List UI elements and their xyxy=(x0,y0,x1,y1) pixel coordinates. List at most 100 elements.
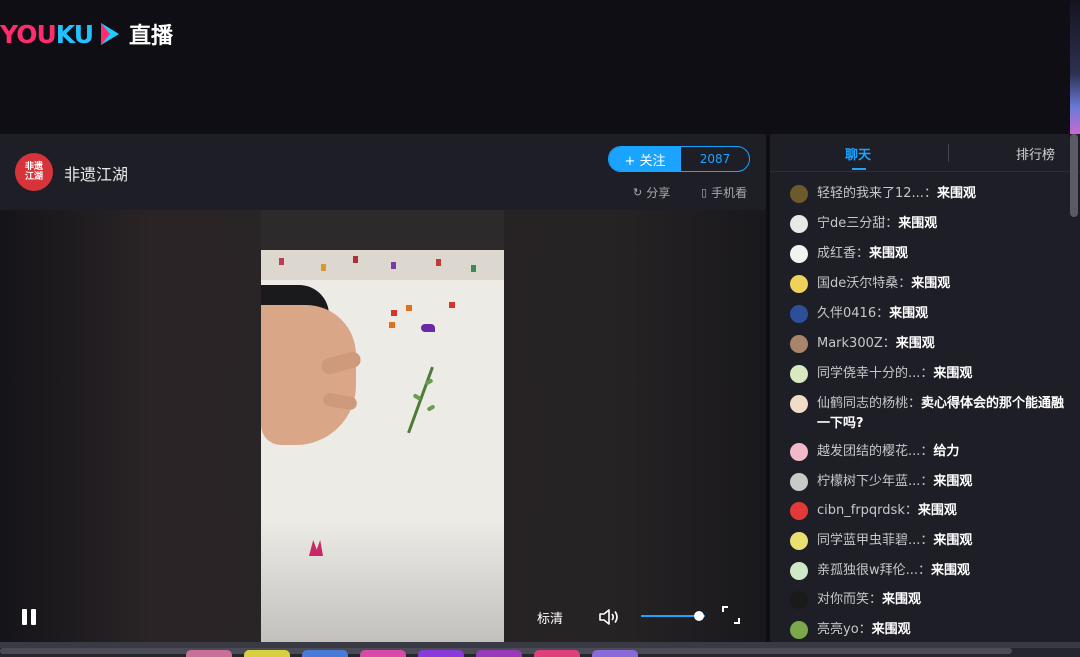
gift-item[interactable] xyxy=(244,650,290,657)
tab-chat-active-indicator xyxy=(852,168,866,170)
chat-user-avatar[interactable] xyxy=(790,365,808,383)
gift-item[interactable] xyxy=(476,650,522,657)
chat-username[interactable]: 越发团结的樱花... xyxy=(817,444,920,459)
chat-separator: ： xyxy=(904,503,918,518)
logo-ku: KU xyxy=(55,19,94,49)
gift-item[interactable] xyxy=(418,650,464,657)
video-scene-hand xyxy=(261,305,356,445)
video-scene-thread-dot xyxy=(449,302,455,308)
gift-bar xyxy=(0,642,1080,657)
chat-separator: ： xyxy=(923,186,937,201)
chat-message-text: 亲孤独很w拜伦...：来围观 xyxy=(817,561,1075,581)
gift-item[interactable] xyxy=(592,650,638,657)
chat-username[interactable]: 宁de三分甜 xyxy=(817,216,885,231)
chat-username[interactable]: 成红香 xyxy=(817,246,856,261)
chat-username[interactable]: 仙鹤同志的杨桃 xyxy=(817,396,908,411)
gift-item[interactable] xyxy=(186,650,232,657)
chat-user-avatar[interactable] xyxy=(790,562,808,580)
chat-content: 来围观 xyxy=(933,474,973,489)
fullscreen-icon[interactable] xyxy=(722,606,740,624)
site-header: YOUKU 直播 xyxy=(0,0,1080,134)
anchor-avatar-text: 非遗 江湖 xyxy=(24,162,43,182)
chat-content: 来围观 xyxy=(898,216,938,231)
logo-you: YOU xyxy=(0,19,57,49)
chat-username[interactable]: cibn_frpqrdsk xyxy=(817,503,905,518)
chat-content: 来围观 xyxy=(933,366,973,381)
chat-username[interactable]: 对你而笑 xyxy=(817,592,869,607)
chat-message-text: cibn_frpqrdsk：来围观 xyxy=(817,501,1075,521)
chat-username[interactable]: 柠檬树下少年蓝... xyxy=(817,474,920,489)
logo-play-icon xyxy=(101,23,119,45)
video-scene-thread-dot xyxy=(406,305,412,311)
page-scrollbar[interactable] xyxy=(1070,0,1080,134)
chat-user-avatar[interactable] xyxy=(790,305,808,323)
chat-separator: ： xyxy=(858,622,872,637)
chat-message-text: 柠檬树下少年蓝...：来围观 xyxy=(817,472,1075,492)
chat-username[interactable]: 亲孤独很w拜伦... xyxy=(817,563,918,578)
anchor-name[interactable]: 非遗江湖 xyxy=(64,161,128,185)
gift-item[interactable] xyxy=(360,650,406,657)
chat-username[interactable]: 同学侥幸十分的... xyxy=(817,366,920,381)
video-player[interactable] xyxy=(0,210,766,642)
chat-username[interactable]: 轻轻的我来了12... xyxy=(817,186,924,201)
video-scene-thread-dot xyxy=(391,310,397,316)
chat-separator: ： xyxy=(869,592,883,607)
gift-item[interactable] xyxy=(534,650,580,657)
chat-user-avatar[interactable] xyxy=(790,245,808,263)
video-scene-purple-stitch xyxy=(421,324,435,332)
chat-separator: ： xyxy=(920,474,934,489)
chat-user-avatar[interactable] xyxy=(790,473,808,491)
video-scene-leaf xyxy=(426,404,436,412)
chat-username[interactable]: 久伴0416 xyxy=(817,306,876,321)
follow-button[interactable]: + 关注 xyxy=(609,147,681,171)
chat-user-avatar[interactable] xyxy=(790,443,808,461)
volume-slider-handle[interactable] xyxy=(693,611,704,621)
chat-user-avatar[interactable] xyxy=(790,502,808,520)
chat-user-avatar[interactable] xyxy=(790,395,808,413)
chat-username[interactable]: Mark300Z xyxy=(817,336,883,351)
chat-message-text: 仙鹤同志的杨桃：卖心得体会的那个能通融一下吗? xyxy=(817,394,1075,434)
chat-separator: ： xyxy=(908,396,922,411)
chat-message-text: 国de沃尔特桑：来围观 xyxy=(817,274,1075,294)
chat-username[interactable]: 亮亮yo xyxy=(817,622,859,637)
chat-user-avatar[interactable] xyxy=(790,532,808,550)
video-scene-embroidery-strip xyxy=(261,250,504,280)
chat-separator: ： xyxy=(882,336,896,351)
chat-user-avatar[interactable] xyxy=(790,621,808,639)
tab-rank[interactable]: 排行榜 xyxy=(1016,144,1055,163)
chat-message-text: 亮亮yo：来围观 xyxy=(817,620,1075,640)
chat-scrollbar[interactable] xyxy=(1070,134,1078,217)
gift-item[interactable] xyxy=(302,650,348,657)
anchor-avatar[interactable]: 非遗 江湖 xyxy=(15,153,53,191)
quality-selector[interactable]: 标清 xyxy=(537,608,563,627)
share-button[interactable]: ↻ 分享 xyxy=(633,184,670,201)
anchor-info-bar: 非遗 江湖 非遗江湖 + 关注 2087 ↻ 分享 ▯ 手机看 xyxy=(0,134,766,210)
chat-user-avatar[interactable] xyxy=(790,215,808,233)
logo-wordmark: YOUKU xyxy=(0,19,94,49)
chat-message-text: 宁de三分甜：来围观 xyxy=(817,214,1075,234)
chat-username[interactable]: 同学蓝甲虫菲碧... xyxy=(817,533,920,548)
chat-message-text: 同学侥幸十分的...：来围观 xyxy=(817,364,1075,384)
chat-message-text: 越发团结的樱花...：给力 xyxy=(817,442,1075,462)
chat-user-avatar[interactable] xyxy=(790,185,808,203)
pause-button[interactable] xyxy=(22,609,36,625)
chat-user-avatar[interactable] xyxy=(790,275,808,293)
chat-content: 来围观 xyxy=(911,276,951,291)
chat-separator: ： xyxy=(918,563,932,578)
chat-user-avatar[interactable] xyxy=(790,335,808,353)
logo-live-label: 直播 xyxy=(129,24,174,49)
chat-message-text: 轻轻的我来了12...：来围观 xyxy=(817,184,1075,204)
video-scene-thread-dot xyxy=(389,322,395,328)
volume-icon[interactable] xyxy=(598,607,620,627)
video-scene-stem xyxy=(407,366,434,434)
chat-username[interactable]: 国de沃尔特桑 xyxy=(817,276,898,291)
mobile-watch-button[interactable]: ▯ 手机看 xyxy=(701,184,747,201)
follow-group: + 关注 2087 xyxy=(608,146,750,172)
chat-user-avatar[interactable] xyxy=(790,591,808,609)
chat-separator: ： xyxy=(885,216,899,231)
chat-separator: ： xyxy=(898,276,912,291)
chat-separator: ： xyxy=(920,444,934,459)
tab-chat[interactable]: 聊天 xyxy=(845,144,871,163)
video-scene-dark-top xyxy=(261,210,504,250)
youku-live-logo[interactable]: YOUKU 直播 xyxy=(0,18,173,50)
